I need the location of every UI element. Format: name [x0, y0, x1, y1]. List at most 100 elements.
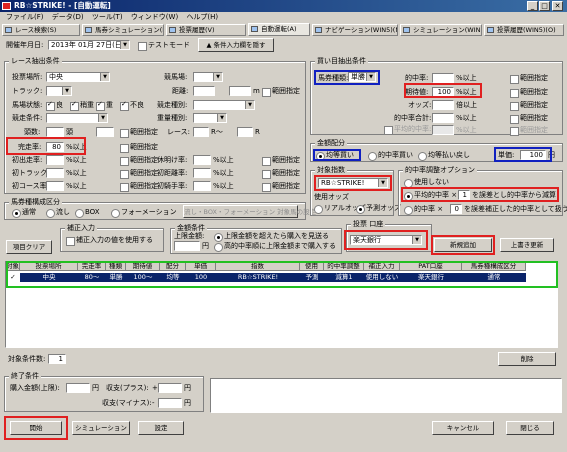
- tab-navigation-win5[interactable]: ナビゲーション(WIN5)(N): [312, 24, 398, 36]
- venue-select[interactable]: 中央: [46, 72, 110, 82]
- finish-rate-range-checkbox[interactable]: 範囲指定: [120, 143, 158, 153]
- close-button[interactable]: 閉じる: [506, 421, 554, 435]
- first-course-input[interactable]: [46, 181, 64, 191]
- first-run-input[interactable]: [46, 155, 64, 165]
- date-select[interactable]: 2013年 01月 27日(日): [48, 40, 130, 50]
- profit-plus-input[interactable]: [158, 383, 182, 393]
- horse-count-range-checkbox[interactable]: 範囲指定: [120, 128, 158, 138]
- tab-vote-history[interactable]: 投票履歴(V): [166, 24, 246, 36]
- hit-total-input[interactable]: [432, 113, 454, 123]
- first-track-input[interactable]: [46, 168, 64, 178]
- adjust-hit-radio[interactable]: 的中率 ×: [404, 205, 443, 215]
- cond-good-checkbox[interactable]: 良: [46, 100, 63, 111]
- settings-button[interactable]: 設定: [138, 421, 184, 435]
- expected-value-range-checkbox[interactable]: 範囲指定: [510, 88, 548, 98]
- race-type-select[interactable]: [193, 100, 255, 110]
- tab-auto-drive[interactable]: 自動運転(A): [248, 23, 310, 36]
- simulation-button[interactable]: シミュレーション: [72, 421, 130, 435]
- race-from-input[interactable]: [193, 127, 209, 137]
- avg-hit-input[interactable]: [432, 125, 454, 135]
- first-distance-range-checkbox[interactable]: 範囲指定: [262, 169, 300, 179]
- tab-bet-simulation[interactable]: 馬券シミュレーション(B): [82, 24, 164, 36]
- cond-heavy-checkbox[interactable]: 重: [96, 100, 113, 111]
- odds-input[interactable]: [432, 100, 454, 110]
- menu-window[interactable]: ウィンドウ(W): [131, 13, 178, 21]
- hit-rate-input[interactable]: [432, 73, 454, 83]
- hit-total-unit: %以上: [456, 114, 477, 122]
- weight-select[interactable]: [193, 113, 227, 123]
- style-formation-radio[interactable]: フォーメーション: [111, 208, 177, 218]
- menu-bar: ファイル(F) データ(D) ツール(T) ウィンドウ(W) ヘルプ(H): [0, 12, 567, 23]
- avg-hit-unit: %以上: [456, 126, 477, 134]
- first-course-range-checkbox[interactable]: 範囲指定: [120, 182, 158, 192]
- rest-range-checkbox[interactable]: 範囲指定: [262, 156, 300, 166]
- purchase-limit-input[interactable]: [66, 383, 90, 393]
- cond-bad-checkbox[interactable]: 不良: [120, 100, 144, 111]
- avg-hit-range-checkbox[interactable]: 範囲指定: [510, 126, 548, 136]
- overwrite-button[interactable]: 上書き更新: [500, 238, 554, 252]
- cond-slightly-checkbox[interactable]: 稍重: [70, 100, 94, 111]
- minimize-button[interactable]: _: [527, 1, 538, 11]
- first-jockey-input[interactable]: [193, 181, 211, 191]
- log-textarea[interactable]: [210, 378, 562, 413]
- add-new-highlight: [431, 235, 495, 255]
- flow-box-formation-button[interactable]: 流し・BOX・フォーメーション 対象馬の設定: [183, 205, 316, 218]
- tab-history-win5[interactable]: 投票履歴(WIN5)(O): [484, 24, 564, 36]
- rest-unit: %以上: [213, 156, 234, 164]
- horse-count-to-input[interactable]: [96, 127, 114, 137]
- weight-label: 重量種別:: [157, 114, 188, 122]
- distance-to-input[interactable]: [229, 86, 251, 96]
- first-track-range-checkbox[interactable]: 範囲指定: [120, 169, 158, 179]
- limit-input[interactable]: [174, 241, 200, 251]
- race-to-input[interactable]: [237, 127, 253, 137]
- avg-hit-checkbox[interactable]: 平均的中率:: [384, 125, 431, 135]
- limit-label: 上限金額:: [174, 232, 205, 240]
- tab-race-search[interactable]: レース検索(S): [2, 24, 80, 36]
- profit-minus-input[interactable]: [158, 398, 182, 408]
- hide-conditions-button[interactable]: ▲ 条件入力欄を隠す: [198, 38, 274, 52]
- close-window-button[interactable]: ✕: [552, 1, 563, 11]
- distance-from-input[interactable]: [193, 86, 215, 96]
- history-icon: [169, 27, 176, 33]
- maximize-button[interactable]: □: [539, 1, 550, 11]
- tab-simulation-win5[interactable]: シミュレーション(WIN5)(M): [400, 24, 482, 36]
- odds-range-checkbox[interactable]: 範囲指定: [510, 101, 548, 111]
- delete-button[interactable]: 削除: [498, 352, 556, 366]
- forecast-odds-radio[interactable]: 予測オッズ: [356, 204, 401, 214]
- distance-range-checkbox[interactable]: 範囲指定: [262, 87, 300, 97]
- amount-skip-radio[interactable]: 上限金額を超えたら購入を見送る: [214, 232, 329, 242]
- racecourse-select[interactable]: [193, 72, 223, 82]
- first-run-range-checkbox[interactable]: 範囲指定: [120, 156, 158, 166]
- amount-by-hit-radio[interactable]: 高的中率順に上限金額まで購入する: [214, 242, 336, 252]
- track-select[interactable]: [46, 86, 72, 96]
- allocation-return-radio[interactable]: 均等払い戻し: [418, 151, 470, 161]
- rest-input[interactable]: [193, 155, 211, 165]
- venue-label: 投票場所:: [12, 73, 43, 81]
- adjust-none-radio[interactable]: 使用しない: [404, 178, 449, 188]
- test-mode-checkbox[interactable]: テストモード: [138, 41, 190, 51]
- style-normal-radio[interactable]: 通常: [12, 208, 36, 218]
- correction-checkbox[interactable]: 補正入力の値を使用する: [66, 236, 153, 246]
- first-course-label: 初コース率:: [12, 182, 50, 190]
- profit-minus-label: 収支(マイナス):: [102, 399, 152, 407]
- hit-total-range-checkbox[interactable]: 範囲指定: [510, 114, 548, 124]
- correction-legend: 補正入力: [65, 223, 97, 233]
- menu-tools[interactable]: ツール(T): [92, 13, 123, 21]
- cancel-button[interactable]: キャンセル: [432, 421, 494, 435]
- menu-help[interactable]: ヘルプ(H): [186, 13, 218, 21]
- first-distance-input[interactable]: [193, 168, 211, 178]
- adjust-hit-input[interactable]: 0: [450, 204, 462, 214]
- style-flow-radio[interactable]: 流し: [46, 208, 70, 218]
- item-clear-button[interactable]: 項目クリア: [6, 240, 52, 254]
- race-conditions-legend: レース抽出条件: [9, 56, 62, 66]
- hit-total-label: 的中率合計:: [394, 114, 432, 122]
- bet-type-highlight: [314, 70, 380, 85]
- hit-rate-range-checkbox[interactable]: 範囲指定: [510, 74, 548, 84]
- menu-data[interactable]: データ(D): [52, 13, 84, 21]
- allocation-hit-radio[interactable]: 的中率買い: [368, 151, 413, 161]
- first-jockey-range-checkbox[interactable]: 範囲指定: [262, 182, 300, 192]
- style-box-radio[interactable]: BOX: [75, 208, 100, 218]
- horse-count-from-input[interactable]: [46, 127, 64, 137]
- menu-file[interactable]: ファイル(F): [6, 13, 44, 21]
- age-select[interactable]: [46, 113, 108, 123]
